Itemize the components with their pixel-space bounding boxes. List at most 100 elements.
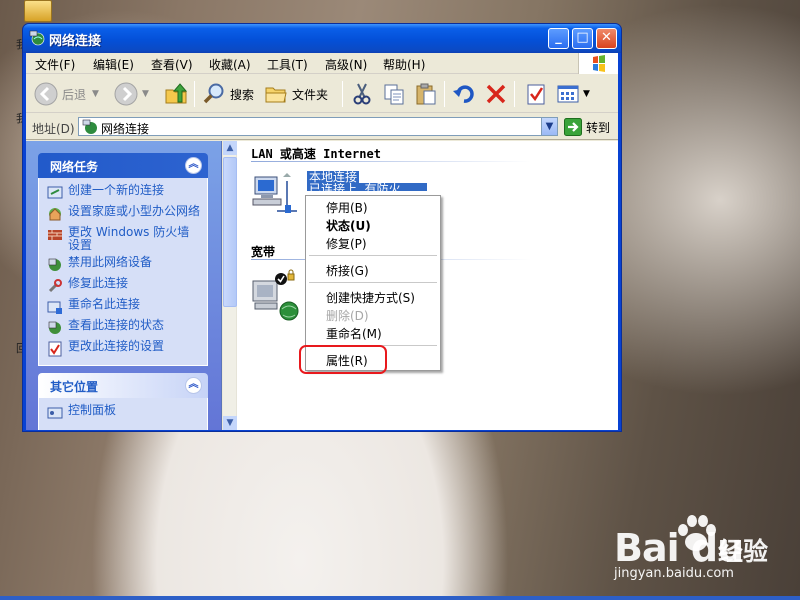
network-tasks-title: 网络任务	[50, 160, 99, 174]
task-pane: 网络任务 ︽ 创建一个新的连接 设置家庭或小型办公网络 更改 Windows 防…	[26, 141, 222, 430]
menu-edit[interactable]: 编辑(E)	[93, 56, 134, 73]
properties-check-icon	[527, 84, 545, 105]
task-create-connection[interactable]: 创建一个新的连接	[47, 184, 201, 201]
scroll-up-icon[interactable]: ▲	[223, 141, 237, 155]
forward-dropdown-icon[interactable]: ▼	[142, 89, 149, 99]
place-control-panel[interactable]: 控制面板	[47, 404, 201, 421]
network-tasks-panel: 网络任务 ︽ 创建一个新的连接 设置家庭或小型办公网络 更改 Windows 防…	[38, 153, 208, 366]
title-bar[interactable]: 网络连接 _ □ ✕	[23, 24, 621, 53]
firewall-icon	[48, 230, 62, 240]
address-dropdown-icon[interactable]: ▼	[541, 118, 557, 135]
menu-favorites[interactable]: 收藏(A)	[209, 56, 251, 73]
scissors-icon	[353, 83, 371, 105]
ctx-create-shortcut[interactable]: 创建快捷方式(S)	[326, 289, 415, 306]
task-disable-device[interactable]: 禁用此网络设备	[47, 256, 201, 273]
menu-bar: 文件(F) 编辑(E) 查看(V) 收藏(A) 工具(T) 高级(N) 帮助(H…	[26, 53, 618, 74]
ctx-disable[interactable]: 停用(B)	[326, 199, 368, 216]
toolbar-separator	[194, 81, 195, 107]
lan-connection-icon	[252, 173, 297, 213]
delete-button[interactable]	[484, 80, 508, 108]
network-tasks-list: 创建一个新的连接 设置家庭或小型办公网络 更改 Windows 防火墙设置 禁用…	[38, 178, 208, 366]
search-magnifier-icon	[203, 83, 224, 104]
ctx-delete: 删除(D)	[326, 309, 369, 323]
local-connection-name: 本地连接	[307, 170, 360, 184]
control-panel-icon	[47, 407, 63, 419]
task-rename-connection[interactable]: 重命名此连接	[47, 298, 201, 315]
baidu-jingyan-watermark: Bai du 经验 jingyan.baidu.com	[614, 510, 794, 590]
scroll-down-icon[interactable]: ▼	[223, 416, 237, 430]
ctx-repair[interactable]: 修复(P)	[326, 235, 367, 252]
paw-logo-icon	[678, 515, 716, 551]
menu-separator	[309, 282, 437, 283]
address-input[interactable]: 网络连接 ▼	[78, 117, 558, 136]
menu-separator	[309, 255, 437, 256]
menu-file[interactable]: 文件(F)	[35, 56, 75, 73]
copy-icon	[384, 84, 404, 105]
task-home-network[interactable]: 设置家庭或小型办公网络	[47, 205, 201, 222]
task-repair-connection[interactable]: 修复此连接	[47, 277, 201, 294]
paste-button[interactable]	[414, 80, 438, 108]
back-button[interactable]: 后退 ▼	[34, 80, 99, 108]
taskbar-edge	[0, 596, 800, 600]
views-dropdown-icon[interactable]: ▼	[583, 89, 590, 99]
ctx-rename[interactable]: 重命名(M)	[326, 325, 382, 342]
network-tasks-header[interactable]: 网络任务 ︽	[38, 153, 208, 178]
up-folder-button[interactable]	[164, 80, 188, 108]
task-view-status[interactable]: 查看此连接的状态	[47, 319, 201, 336]
desktop-folder-icon[interactable]	[24, 0, 52, 22]
back-label: 后退	[62, 87, 87, 102]
address-bar: 地址(D) 网络连接 ▼ 转到	[26, 114, 618, 140]
scroll-thumb[interactable]	[223, 157, 237, 307]
back-arrow-icon	[34, 82, 58, 106]
toolbar-separator	[342, 81, 343, 107]
ctx-bridge[interactable]: 桥接(G)	[326, 262, 369, 279]
minimize-button[interactable]: _	[548, 28, 569, 49]
search-label: 搜索	[230, 87, 255, 102]
other-places-header[interactable]: 其它位置 ︽	[38, 373, 208, 398]
disable-device-icon	[48, 258, 61, 271]
collapse-chevron-icon[interactable]: ︽	[185, 157, 202, 174]
copy-button[interactable]	[382, 80, 406, 108]
other-places-title: 其它位置	[50, 380, 99, 394]
views-grid-icon	[557, 85, 579, 103]
back-dropdown-icon[interactable]: ▼	[92, 89, 99, 99]
go-arrow-icon	[564, 118, 582, 136]
menu-view[interactable]: 查看(V)	[151, 56, 193, 73]
menu-advanced[interactable]: 高级(N)	[325, 56, 367, 73]
properties-toolbar-button[interactable]	[524, 80, 548, 108]
status-icon	[48, 321, 61, 334]
folders-button[interactable]: 文件夹	[264, 80, 328, 108]
home-network-icon	[49, 208, 61, 221]
cut-button[interactable]	[350, 80, 374, 108]
up-folder-icon	[165, 83, 188, 104]
collapse-chevron-icon[interactable]: ︽	[185, 377, 202, 394]
task-change-settings[interactable]: 更改此连接的设置	[47, 340, 201, 357]
standard-toolbar: 后退 ▼ ▼ 搜索 文件夹 ▼	[26, 75, 618, 113]
forward-button[interactable]: ▼	[114, 80, 149, 108]
close-button[interactable]: ✕	[596, 28, 617, 49]
task-firewall-settings[interactable]: 更改 Windows 防火墙设置	[47, 226, 201, 252]
window-title: 网络连接	[49, 34, 102, 49]
undo-button[interactable]	[452, 80, 476, 108]
ctx-status[interactable]: 状态(U)	[326, 217, 371, 234]
group-header-broadband: 宽带	[251, 245, 276, 259]
address-label: 地址(D)	[32, 122, 75, 136]
vertical-scrollbar[interactable]: ▲ ▼	[223, 141, 237, 430]
menu-tools[interactable]: 工具(T)	[267, 56, 308, 73]
settings-icon	[48, 341, 62, 357]
go-label: 转到	[586, 120, 611, 135]
maximize-button[interactable]: □	[572, 28, 593, 49]
network-globe-icon	[82, 119, 97, 134]
go-button[interactable]: 转到	[564, 118, 610, 136]
menu-help[interactable]: 帮助(H)	[383, 56, 425, 73]
broadband-connection-icon	[252, 269, 299, 321]
clipboard-paste-icon	[416, 83, 436, 105]
group-divider	[251, 161, 531, 162]
watermark-url: jingyan.baidu.com	[614, 566, 734, 581]
search-button[interactable]: 搜索	[202, 80, 254, 108]
toolbar-separator	[444, 81, 445, 107]
views-button[interactable]: ▼	[556, 80, 590, 108]
other-places-panel: 其它位置 ︽ 控制面板	[38, 373, 208, 430]
repair-icon	[48, 279, 62, 293]
toolbar-separator	[514, 81, 515, 107]
